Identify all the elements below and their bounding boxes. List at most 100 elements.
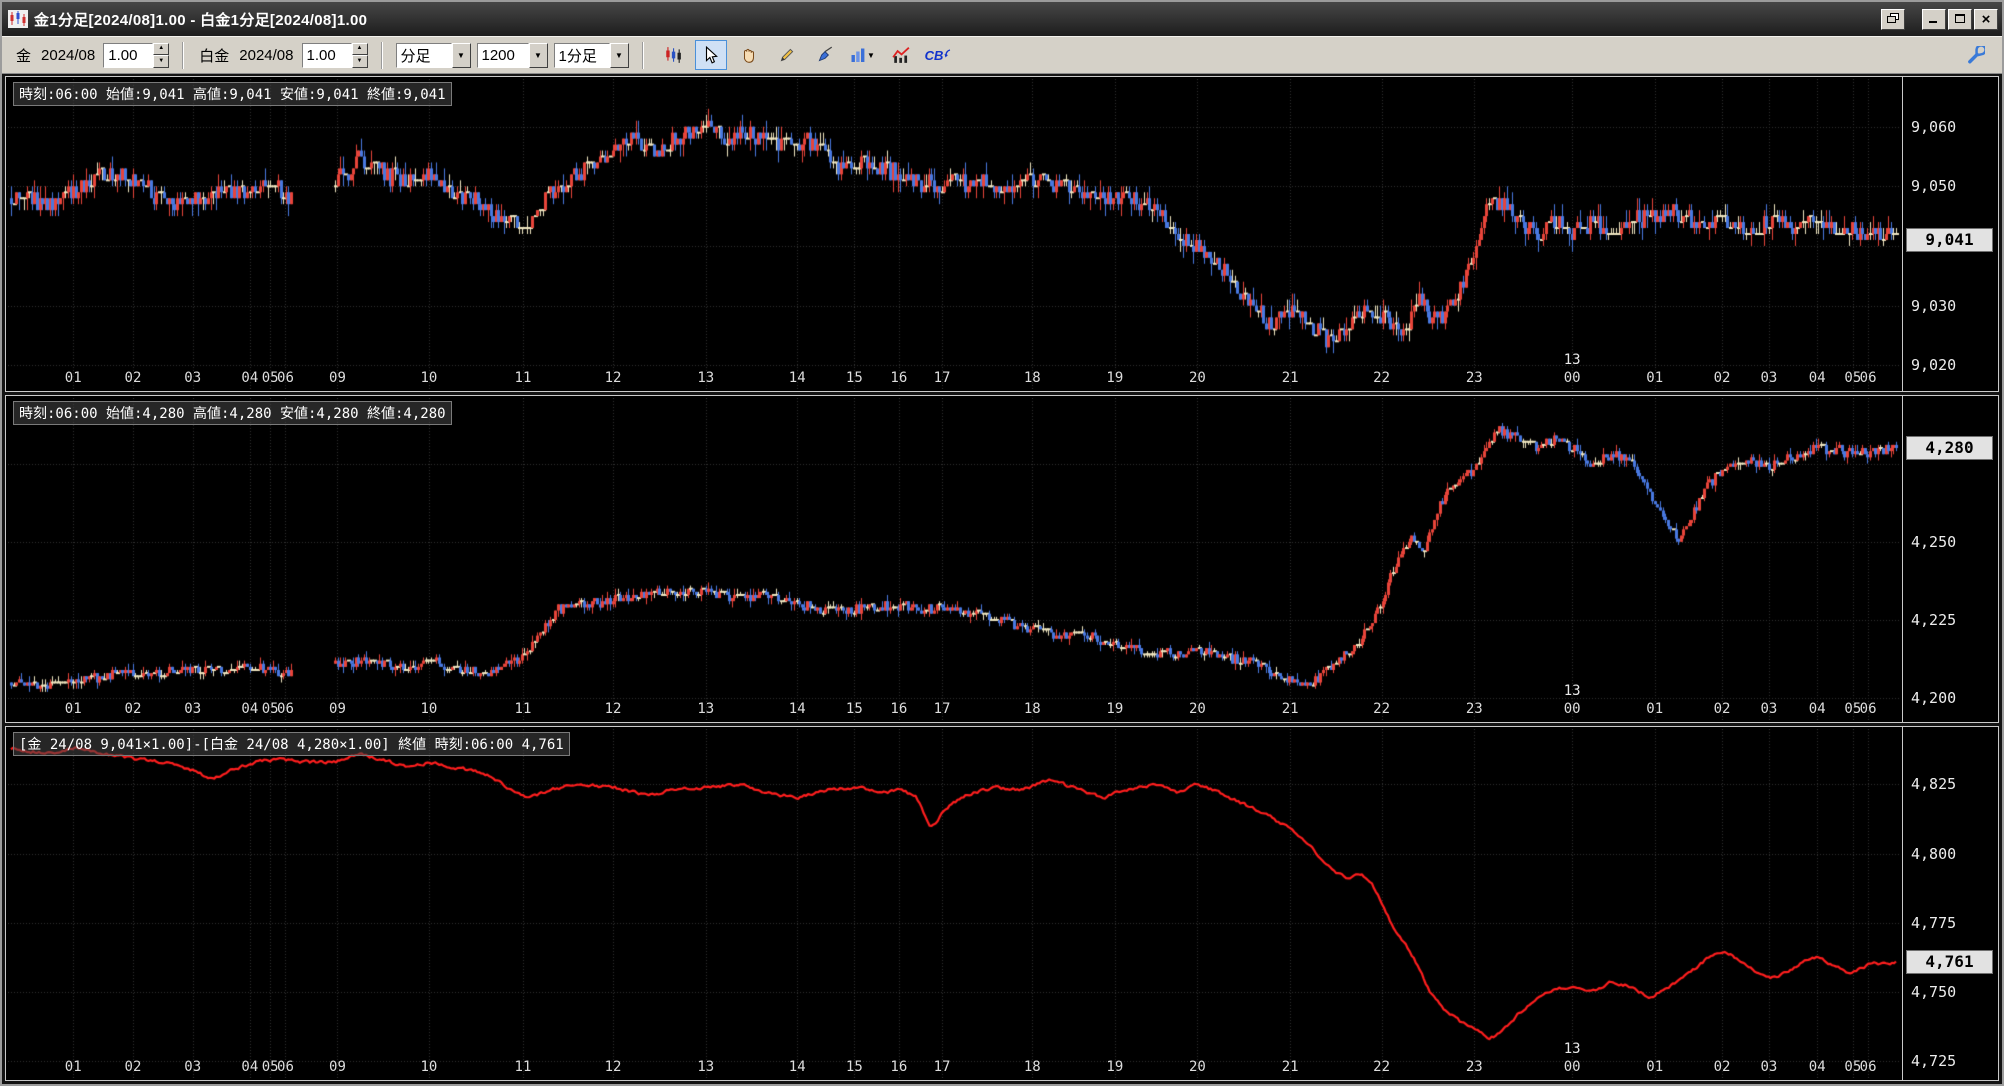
maximize-button[interactable] xyxy=(1948,8,1972,30)
spread-formula-info: [金 24/08 9,041×1.00]-[白金 24/08 4,280×1.0… xyxy=(13,732,570,756)
x-axis-label: 16 xyxy=(890,1059,908,1075)
gold-plot-area[interactable]: 時刻:06:00 始値:9,041 高値:9,041 安値:9,041 終値:9… xyxy=(8,79,1901,389)
wrench-icon xyxy=(1967,46,1985,64)
cb-icon: CB xyxy=(924,47,944,63)
platinum-multiplier-input[interactable] xyxy=(301,42,352,68)
platinum-plot-area[interactable]: 時刻:06:00 始値:4,280 高値:4,280 安値:4,280 終値:4… xyxy=(8,398,1901,720)
gold-last-price-badge: 9,041 xyxy=(1906,227,1993,252)
x-axis-label: 23 xyxy=(1465,701,1483,717)
y-axis-label: 9,020 xyxy=(1911,356,1957,375)
x-axis-label: 06 xyxy=(277,1059,294,1075)
x-axis-label: 01 xyxy=(64,370,82,386)
bar-count-value[interactable] xyxy=(476,42,529,68)
x-axis-label: 13 xyxy=(697,701,715,717)
popout-window-button[interactable] xyxy=(1881,8,1905,30)
x-axis-label: 16 xyxy=(890,701,908,717)
x-axis-label: 03 xyxy=(1760,1059,1778,1075)
platinum-chart-panel: 時刻:06:00 始値:4,280 高値:4,280 安値:4,280 終値:4… xyxy=(5,395,1999,723)
x-axis-label: 03 xyxy=(184,370,202,386)
gold-ohlc-info: 時刻:06:00 始値:9,041 高値:9,041 安値:9,041 終値:9… xyxy=(13,82,452,106)
x-axis-label: 09 xyxy=(329,701,346,717)
x-axis-label: 01 xyxy=(64,1059,82,1075)
y-axis-label: 9,030 xyxy=(1911,296,1957,315)
x-axis-label: 19 xyxy=(1106,370,1124,386)
indicator-chart-button[interactable] xyxy=(885,40,917,70)
toolbar-separator xyxy=(641,41,644,69)
x-axis-label: 15 xyxy=(845,701,863,717)
x-axis-label: 04 xyxy=(241,701,259,717)
x-axis-label: 14 xyxy=(788,701,806,717)
x-axis-label: 02 xyxy=(124,701,142,717)
date-marker: 13 xyxy=(1563,683,1581,699)
settings-button[interactable] xyxy=(1960,40,1992,70)
gold-multiplier-down-button[interactable]: ▼ xyxy=(153,55,170,68)
x-axis-label: 17 xyxy=(933,1059,951,1075)
x-axis-label: 10 xyxy=(420,1059,438,1075)
popout-window-icon xyxy=(1887,12,1899,27)
x-axis-label: 02 xyxy=(1713,1059,1731,1075)
pen-tool-icon xyxy=(816,46,834,64)
chart-type-value[interactable] xyxy=(395,42,452,68)
toolbar: 金 2024/08 ▲ ▼ 白金 2024/08 ▲ ▼ ▼ ▼ xyxy=(2,36,2002,74)
x-axis-label: 14 xyxy=(788,370,806,386)
chart-type-dropdown-button[interactable]: ▼ xyxy=(451,42,471,68)
platinum-candles-canvas[interactable] xyxy=(8,398,1901,720)
spread-price-axis[interactable]: 4,761 4,825 4,800 4,775 4,750 4,725 xyxy=(1902,727,1998,1080)
chart-area: 時刻:06:00 始値:9,041 高値:9,041 安値:9,041 終値:9… xyxy=(2,74,2002,1084)
close-button[interactable]: × xyxy=(1974,8,1998,30)
select-tool-icon xyxy=(702,46,720,64)
hand-tool-icon xyxy=(740,46,758,64)
pan-tool-button[interactable] xyxy=(733,40,765,70)
spread-line-canvas[interactable] xyxy=(8,729,1901,1078)
date-marker: 13 xyxy=(1563,1041,1581,1057)
maximize-icon xyxy=(1954,12,1966,27)
interval-value[interactable] xyxy=(553,42,610,68)
chart-style-button[interactable] xyxy=(657,40,689,70)
x-axis-label: 15 xyxy=(845,1059,863,1075)
gold-multiplier-input[interactable] xyxy=(103,42,154,68)
x-axis-label: 10 xyxy=(420,370,438,386)
x-axis-label: 06 xyxy=(277,701,294,717)
gold-multiplier-stepper: ▲ ▼ xyxy=(103,42,170,68)
gold-multiplier-up-button[interactable]: ▲ xyxy=(153,42,170,55)
select-tool-button[interactable] xyxy=(694,40,727,70)
x-axis-label: 20 xyxy=(1188,701,1206,717)
x-axis-label: 16 xyxy=(890,370,908,386)
chevron-down-icon: ▼ xyxy=(867,50,875,60)
x-axis-label: 21 xyxy=(1281,370,1299,386)
x-axis-label: 03 xyxy=(184,1059,202,1075)
cb-tool-button[interactable]: CB xyxy=(923,40,955,70)
x-axis-label: 22 xyxy=(1373,370,1391,386)
trendline-tool-button[interactable] xyxy=(771,40,803,70)
y-axis-label: 4,825 xyxy=(1911,775,1957,794)
pencil-tool-icon xyxy=(778,46,796,64)
x-axis-label: 09 xyxy=(329,1059,346,1075)
platinum-multiplier-up-button[interactable]: ▲ xyxy=(351,42,368,55)
title-bar[interactable]: 金1分足[2024/08]1.00 - 白金1分足[2024/08]1.00 × xyxy=(2,2,2002,36)
x-axis-label: 23 xyxy=(1465,370,1483,386)
y-axis-label: 4,725 xyxy=(1911,1052,1957,1071)
draw-tool-button[interactable] xyxy=(809,40,841,70)
x-axis-label: 12 xyxy=(604,1059,622,1075)
x-axis-label: 10 xyxy=(420,701,438,717)
chart-type-combo: ▼ xyxy=(395,42,471,68)
x-axis-label: 21 xyxy=(1281,1059,1299,1075)
x-axis-label: 19 xyxy=(1106,701,1124,717)
x-axis-label: 22 xyxy=(1373,701,1391,717)
x-axis-label: 04 xyxy=(1808,370,1826,386)
bar-count-dropdown-button[interactable]: ▼ xyxy=(528,42,548,68)
x-axis-label: 20 xyxy=(1188,370,1206,386)
gold-price-axis[interactable]: 9,041 9,060 9,050 9,030 9,020 xyxy=(1902,77,1998,391)
x-axis-label: 17 xyxy=(933,701,951,717)
spread-plot-area[interactable]: [金 24/08 9,041×1.00]-[白金 24/08 4,280×1.0… xyxy=(8,729,1901,1078)
platinum-multiplier-stepper: ▲ ▼ xyxy=(301,42,368,68)
platinum-multiplier-down-button[interactable]: ▼ xyxy=(351,55,368,68)
interval-dropdown-button[interactable]: ▼ xyxy=(609,42,629,68)
bar-chart-menu-button[interactable]: ▼ xyxy=(847,40,879,70)
chart-type-icon xyxy=(664,46,682,64)
minimize-button[interactable] xyxy=(1922,8,1946,30)
platinum-price-axis[interactable]: 4,280 4,250 4,225 4,200 xyxy=(1902,396,1998,722)
gold-candles-canvas[interactable] xyxy=(8,79,1901,389)
interval-combo: ▼ xyxy=(553,42,629,68)
platinum-label: 白金 xyxy=(199,47,230,65)
